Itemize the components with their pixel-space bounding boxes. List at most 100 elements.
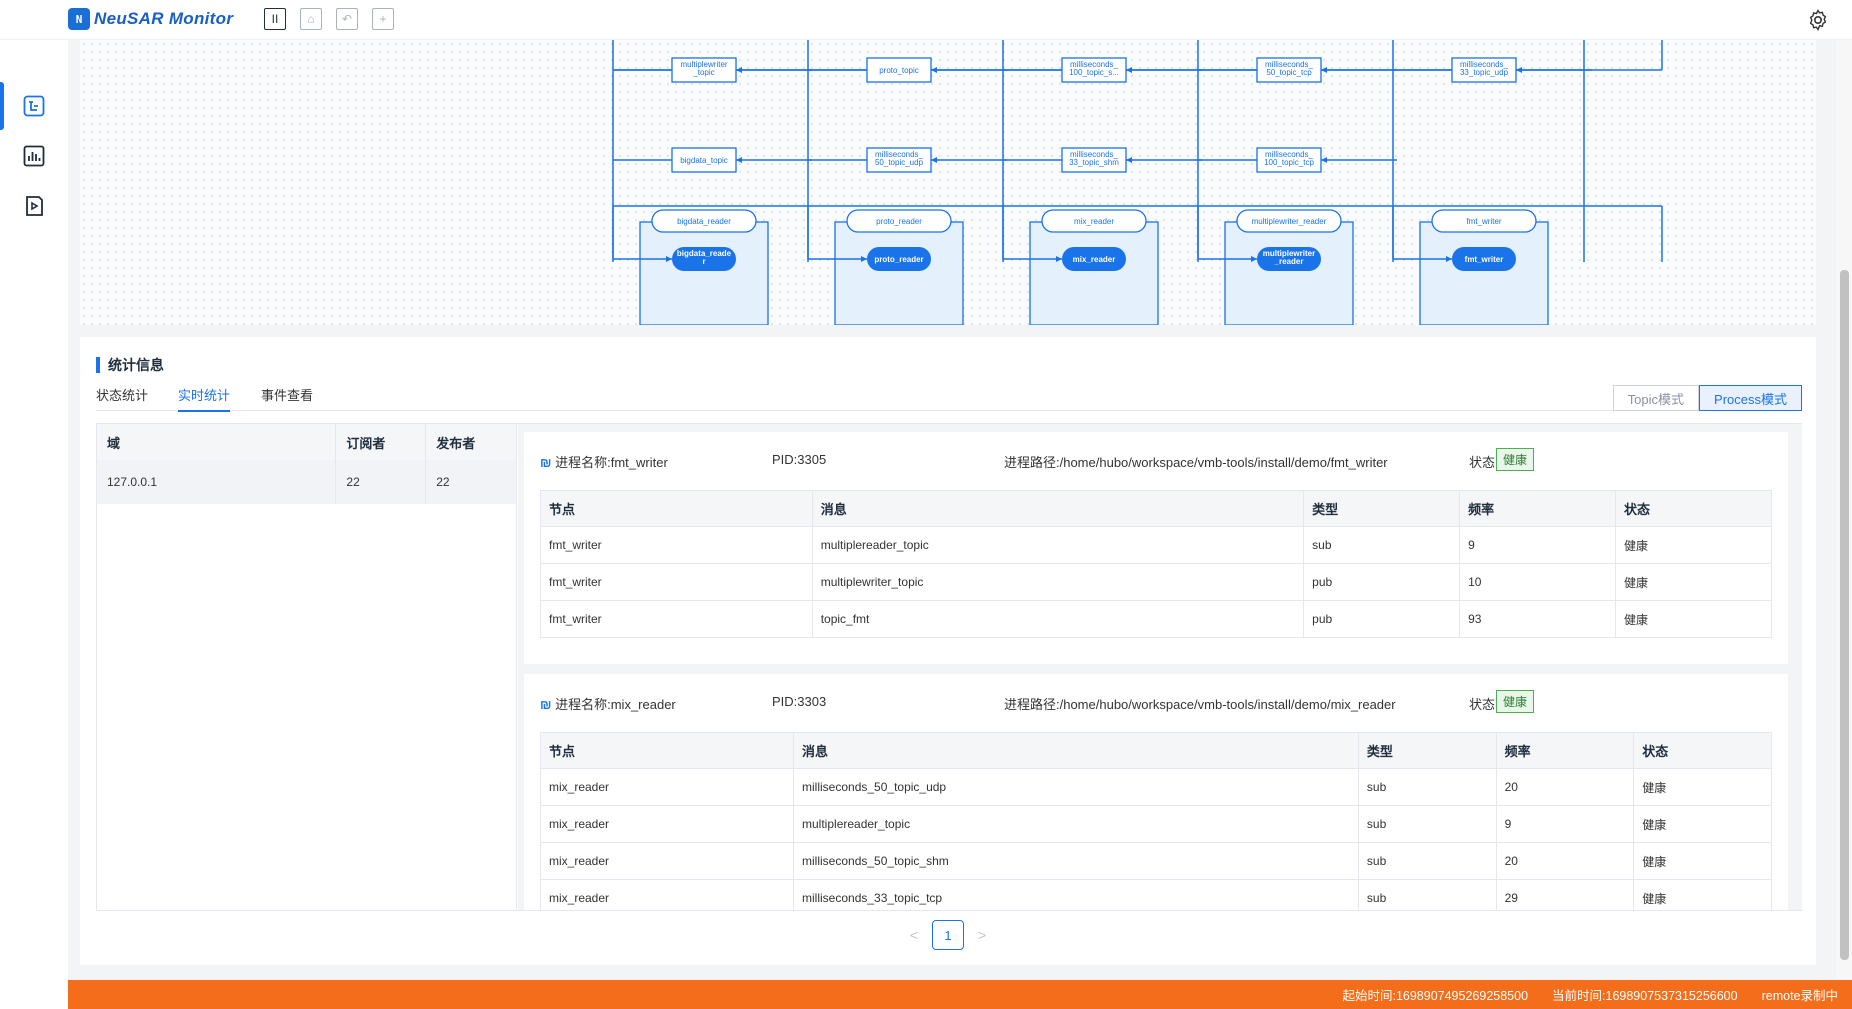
table-header-row: 节点 消息 类型 频率 状态	[540, 732, 1772, 769]
table-header-cell: 状态	[1615, 490, 1772, 527]
domain-cell: 127.0.0.1	[97, 460, 337, 504]
process-node-label-line: mix_reader	[1073, 255, 1116, 264]
nav-statistics[interactable]	[20, 142, 48, 170]
table-header-cell: 消息	[793, 732, 1359, 769]
table-row[interactable]: mix_reader milliseconds_33_topic_tcp sub 29…	[540, 879, 1772, 910]
table-cell: pub	[1303, 600, 1460, 638]
table-cell: fmt_writer	[540, 600, 813, 638]
stats-content: 域 订阅者 发布者 127.0.0.1 22 22 ₪ 进程名称:fmt_wri…	[96, 423, 1802, 911]
mode-switch: Topic模式 Process模式	[1612, 385, 1802, 411]
pagination: < 1 >	[80, 919, 1816, 951]
domain-table: 域 订阅者 发布者 127.0.0.1 22 22	[97, 424, 517, 910]
table-row[interactable]: fmt_writer multiplereader_topic sub 9 健康	[540, 526, 1772, 564]
process-icon: ₪	[540, 697, 556, 712]
table-header-row: 节点 消息 类型 频率 状态	[540, 490, 1772, 527]
table-cell: mix_reader	[540, 842, 794, 880]
table-cell: sub	[1357, 879, 1497, 910]
table-cell: 10	[1459, 563, 1616, 601]
process-card: ₪ 进程名称:mix_reader PID:3303 进程路径:/home/hubo…	[524, 674, 1788, 910]
process-pill-label-line: fmt_writer	[1466, 217, 1501, 226]
process-list: ₪ 进程名称:fmt_writer PID:3305 进程路径:/home/hubo…	[518, 424, 1802, 910]
process-card: ₪ 进程名称:fmt_writer PID:3305 进程路径:/home/hubo…	[524, 432, 1788, 664]
status-label: 状态:	[1469, 455, 1499, 470]
process-node-label-line: _reader	[1274, 257, 1304, 266]
process-node-label: proto_reader	[874, 255, 923, 264]
table-cell: 健康	[1633, 805, 1772, 843]
table-row[interactable]: fmt_writer multiplewriter_topic pub 10 健康	[540, 563, 1772, 601]
table-row[interactable]: mix_reader milliseconds_50_topic_shm sub 20…	[540, 842, 1772, 880]
status-bar: 起始时间:1698907495269258500 当前时间:1698907537…	[68, 980, 1852, 1009]
next-page-button[interactable]: >	[978, 927, 986, 943]
table-cell: milliseconds_33_topic_tcp	[793, 879, 1359, 910]
status-badge: 健康	[1496, 448, 1535, 471]
table-cell: 健康	[1633, 768, 1772, 806]
table-cell: 9	[1459, 526, 1616, 564]
table-cell: mix_reader	[540, 805, 794, 843]
process-table: 节点 消息 类型 频率 状态 mix_reader milliseconds_50_topi…	[540, 732, 1772, 910]
col-publishers: 发布者	[436, 435, 476, 451]
bar-chart-icon	[23, 145, 45, 167]
stats-panel: 统计信息 状态统计 实时统计 事件查看 Topic模式 Process模式 域 …	[80, 337, 1816, 965]
process-pid: PID:3303	[772, 694, 827, 709]
topology-canvas[interactable]: multiplewriter _topic proto_topic milliseco…	[80, 40, 1816, 325]
top-bar: N NeuSAR Monitor II ⌂ ↶ +	[0, 0, 1852, 40]
process-pill-label: proto_reader	[876, 217, 922, 226]
publisher-count: 22	[436, 475, 450, 489]
table-header-cell: 类型	[1303, 490, 1460, 527]
process-container	[639, 221, 769, 325]
table-cell: 9	[1495, 805, 1634, 843]
topic-node-label-line: 33_topic_shm	[1069, 158, 1119, 167]
table-cell: mix_reader	[540, 879, 794, 910]
process-pid: PID:3305	[772, 452, 827, 467]
subscriber-count: 22	[336, 460, 427, 504]
table-row[interactable]: fmt_writer topic_fmt pub 93 健康	[540, 600, 1772, 638]
topic-node-label: milliseconds_ 100_topic_s...	[1069, 60, 1119, 77]
process-pill-label: bigdata_reader	[677, 217, 731, 226]
prev-page-button[interactable]: <	[910, 927, 918, 943]
table-row[interactable]: mix_reader milliseconds_50_topic_udp sub 20…	[540, 768, 1772, 806]
tab-realtime-stats[interactable]: 实时统计	[178, 385, 231, 412]
add-icon[interactable]: +	[372, 8, 394, 30]
nav-topology[interactable]	[20, 92, 48, 120]
table-cell: sub	[1357, 842, 1497, 880]
process-pill-label-line: multiplewriter_reader	[1252, 217, 1327, 226]
page-1-button[interactable]: 1	[932, 920, 964, 950]
topic-mode-button[interactable]: Topic模式	[1612, 385, 1700, 411]
pause-icon[interactable]: II	[264, 8, 286, 30]
process-pill-label: mix_reader	[1074, 217, 1114, 226]
table-header-cell: 状态	[1633, 732, 1772, 769]
table-cell: sub	[1357, 768, 1497, 806]
edge-arrow	[1126, 67, 1132, 73]
table-cell: topic_fmt	[811, 600, 1304, 638]
process-mode-button[interactable]: Process模式	[1699, 385, 1802, 411]
process-node-label: fmt_writer	[1465, 255, 1504, 264]
topic-node-label-line: proto_topic	[879, 66, 919, 75]
process-header: ₪ 进程名称:fmt_writer PID:3305 进程路径:/home/hubo…	[524, 432, 1788, 498]
page-scrollbar[interactable]	[1836, 40, 1852, 980]
process-name-text: 进程名称:mix_reader	[555, 697, 676, 712]
process-container	[1029, 221, 1159, 325]
topology-graph[interactable]: multiplewriter _topic proto_topicmilliseco…	[80, 40, 1816, 325]
monitor-icon[interactable]: ⌂	[300, 8, 322, 30]
scroll-thumb[interactable]	[1840, 270, 1849, 960]
process-pill-label: multiplewriter_reader	[1252, 217, 1327, 226]
undo-icon[interactable]: ↶	[336, 8, 358, 30]
topology-icon	[23, 95, 45, 117]
process-name: ₪ 进程名称:fmt_writer	[540, 452, 668, 471]
tab-event-view[interactable]: 事件查看	[261, 385, 313, 410]
domain-row[interactable]: 127.0.0.1 22 22	[97, 460, 516, 504]
process-table: 节点 消息 类型 频率 状态 fmt_writer multiplereader_topic…	[540, 490, 1772, 638]
table-header-cell: 频率	[1459, 490, 1616, 527]
tab-status-stats[interactable]: 状态统计	[96, 385, 148, 410]
col-domain: 域	[97, 424, 337, 460]
settings-gear-icon[interactable]	[1806, 8, 1830, 32]
topic-node-label-line: bigdata_topic	[680, 156, 728, 165]
process-path: 进程路径:/home/hubo/workspace/vmb-tools/inst…	[1004, 455, 1388, 470]
nav-playback[interactable]	[20, 192, 48, 220]
domain-table-header: 域 订阅者 发布者	[97, 424, 516, 460]
app-logo: N NeuSAR Monitor	[68, 8, 233, 30]
stats-title: 统计信息	[96, 357, 164, 373]
status-label: 状态:	[1469, 697, 1499, 712]
table-row[interactable]: mix_reader multiplereader_topic sub 9 健康	[540, 805, 1772, 843]
topic-node-label: milliseconds_ 33_topic_udp	[1460, 60, 1509, 77]
